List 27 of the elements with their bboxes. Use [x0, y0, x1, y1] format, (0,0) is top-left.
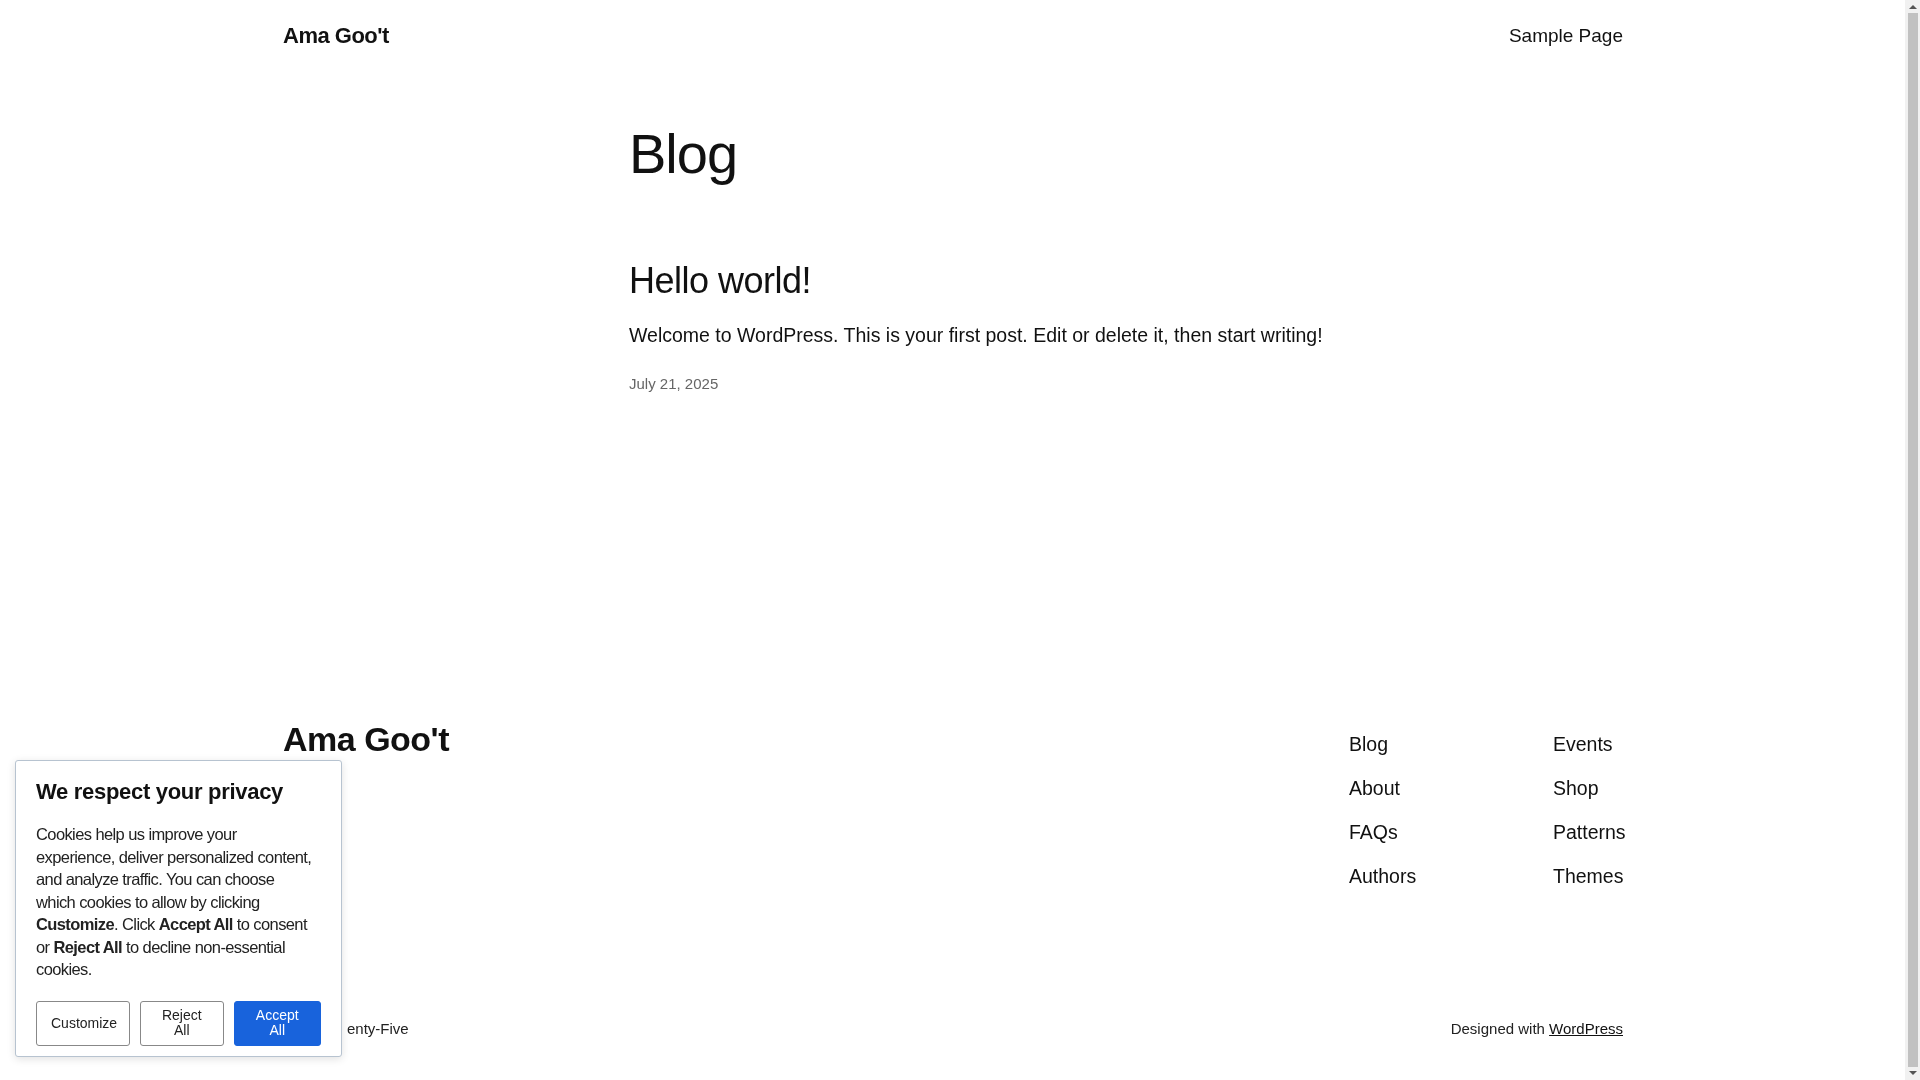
cookie-text: Cookies help us improve your experience, deliver personalized content, and analyze traffic. You can choose which cookies to allow by clicking Customize. Click Accept All to consent or Reject All to decline non-essential cookies. [36, 824, 313, 980]
scrollbar[interactable] [1905, 0, 1920, 1080]
post-date: July 21, 2025 [629, 375, 720, 393]
cookie-title: We respect your privacy [36, 779, 285, 805]
page-heading: Blog [629, 121, 739, 187]
footer-link[interactable]: FAQs [1349, 820, 1553, 844]
footer-link[interactable]: Events [1553, 732, 1623, 756]
footer-link[interactable]: Authors [1349, 864, 1553, 888]
post-excerpt: Welcome to WordPress. This is your first post. Edit or delete it, then start writing! [629, 324, 1324, 348]
cookie-button[interactable]: Accept All [233, 1000, 321, 1046]
site-title[interactable]: Ama Goo't [283, 23, 389, 49]
footer-link[interactable]: Patterns [1553, 820, 1623, 844]
scroll-up-icon[interactable] [1908, 5, 1917, 9]
footer-site-title[interactable]: Ama Goo't [283, 722, 450, 756]
footer-link[interactable]: Blog [1349, 732, 1553, 756]
wordpress-link[interactable]: WordPress [1549, 1020, 1623, 1037]
scroll-down-icon[interactable] [1908, 1071, 1917, 1075]
footer-link[interactable]: About [1349, 776, 1553, 800]
cookie-button[interactable]: Reject All [140, 1000, 224, 1046]
post-title[interactable]: Hello world! [629, 259, 1905, 303]
nav-link[interactable]: Sample Page [1508, 25, 1623, 46]
scrollbar-thumb[interactable] [1907, 13, 1918, 1067]
footer-link[interactable]: Shop [1553, 776, 1623, 800]
footer-link[interactable]: Themes [1553, 864, 1623, 888]
theme-credit: enty-Five [347, 1020, 409, 1037]
cookie-button[interactable]: Customize [36, 1000, 130, 1046]
designed-with-credit: Designed with WordPress [1450, 1020, 1623, 1037]
